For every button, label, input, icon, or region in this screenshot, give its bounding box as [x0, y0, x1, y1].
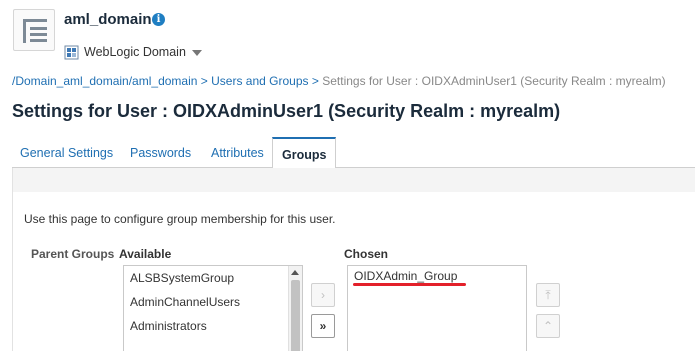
tab-bar: General Settings Passwords Attributes Gr…: [12, 137, 695, 169]
page-description: Use this page to configure group members…: [24, 212, 336, 226]
list-item[interactable]: OIDXAdmin_Group: [354, 269, 457, 283]
tab-attributes[interactable]: Attributes: [211, 146, 264, 160]
weblogic-domain-icon: [64, 45, 79, 59]
chosen-groups-list[interactable]: OIDXAdmin_Group: [347, 265, 527, 351]
move-all-right-button[interactable]: »: [311, 314, 335, 338]
domain-header: aml_domain i WebLogic Domain: [0, 0, 695, 66]
breadcrumb-users-groups-link[interactable]: Users and Groups: [211, 74, 308, 88]
breadcrumb-current: Settings for User : OIDXAdminUser1 (Secu…: [322, 74, 666, 88]
tab-passwords[interactable]: Passwords: [130, 146, 191, 160]
tab-groups[interactable]: Groups: [272, 137, 337, 169]
caret-down-icon[interactable]: [191, 50, 202, 56]
groups-panel: Use this page to configure group members…: [12, 168, 695, 351]
move-to-top-button[interactable]: ⤒: [536, 283, 560, 307]
panel-band: [13, 168, 695, 192]
available-groups-list[interactable]: ALSBSystemGroup AdminChannelUsers Admini…: [123, 265, 303, 351]
scroll-thumb[interactable]: [291, 280, 300, 351]
breadcrumb-separator: >: [200, 74, 208, 88]
page-title: Settings for User : OIDXAdminUser1 (Secu…: [12, 101, 561, 121]
domain-icon: [13, 9, 55, 51]
parent-groups-label: Parent Groups: [31, 247, 115, 261]
scroll-up-icon[interactable]: [291, 270, 299, 275]
list-item[interactable]: ALSBSystemGroup: [130, 271, 234, 285]
breadcrumb: /Domain_aml_domain/aml_domain > Users an…: [12, 74, 666, 88]
list-item[interactable]: Administrators: [130, 319, 207, 333]
highlight-underline: [353, 283, 466, 286]
breadcrumb-domain-link[interactable]: /Domain_aml_domain/aml_domain: [12, 74, 197, 88]
breadcrumb-separator: >: [311, 74, 319, 88]
move-up-button[interactable]: ⌃: [536, 314, 560, 338]
move-right-button[interactable]: ›: [311, 283, 335, 307]
info-icon[interactable]: i: [152, 13, 165, 26]
tab-general-settings[interactable]: General Settings: [20, 146, 113, 160]
list-item[interactable]: AdminChannelUsers: [130, 295, 240, 309]
available-scrollbar[interactable]: [288, 266, 302, 351]
chosen-label: Chosen: [344, 247, 389, 261]
weblogic-domain-menu[interactable]: WebLogic Domain: [64, 43, 202, 61]
available-label: Available: [119, 247, 172, 261]
weblogic-domain-label: WebLogic Domain: [84, 45, 186, 59]
domain-title: aml_domain: [64, 11, 152, 28]
